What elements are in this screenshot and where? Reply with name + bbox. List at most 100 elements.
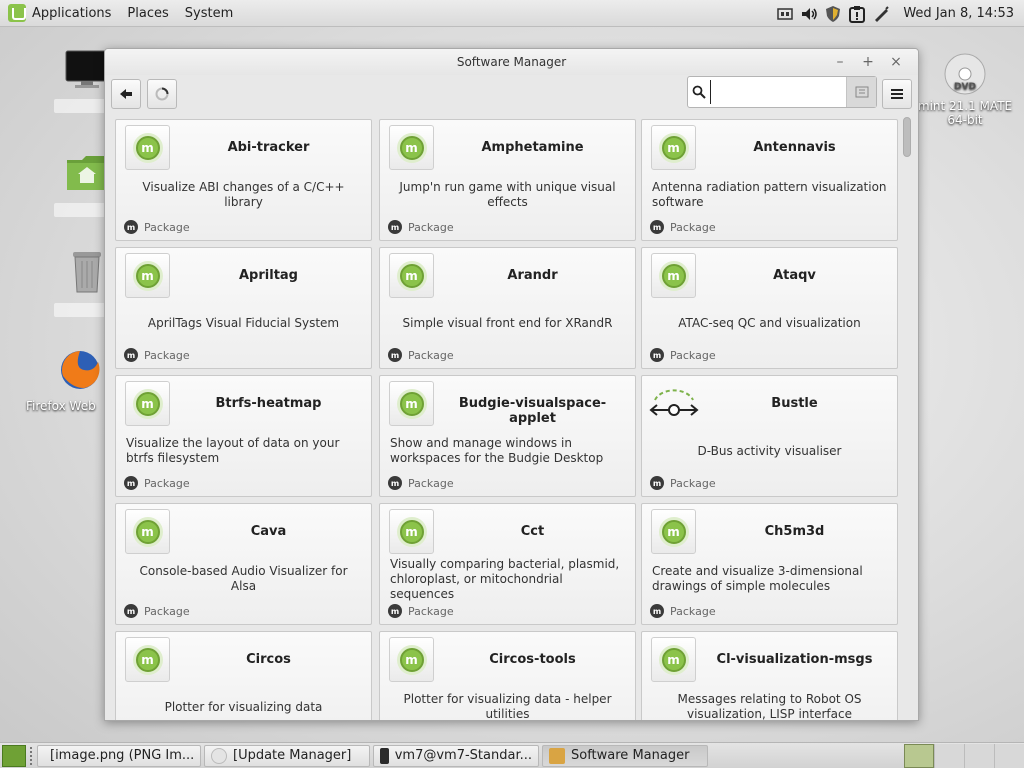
package-card[interactable]: m Cl-visualization-msgs Messages relating … (641, 631, 898, 721)
network-icon[interactable] (775, 4, 795, 24)
package-card[interactable]: m Ataqv ATAC-seq QC and visualization m Pack… (641, 247, 898, 369)
package-description-text: Visually comparing bacterial, plasmid, c… (390, 556, 620, 601)
menu-places[interactable]: Places (127, 6, 168, 21)
package-description-text: Create and visualize 3-dimensional drawi… (652, 564, 863, 593)
package-description: AprilTags Visual Fiducial System (126, 306, 361, 340)
package-card[interactable]: m Apriltag AprilTags Visual Fiducial Syste… (115, 247, 372, 369)
workspace-4[interactable] (994, 743, 1024, 768)
package-name: Abi-tracker (227, 140, 310, 155)
package-type-icon: m (124, 604, 138, 618)
menu-applications[interactable]: Applications (32, 6, 111, 21)
package-name: Antennavis (753, 140, 836, 155)
shield-icon[interactable] (823, 4, 843, 24)
package-card[interactable]: m Abi-tracker Visualize ABI changes of a C… (115, 119, 372, 241)
package-card[interactable]: m Btrfs-heatmap Visualize the layout of da… (115, 375, 372, 497)
spinner-icon (155, 87, 169, 101)
package-name: Arandr (507, 268, 558, 283)
package-description-text: Show and manage windows in workspaces fo… (390, 436, 604, 465)
package-description-text: AprilTags Visual Fiducial System (147, 315, 340, 330)
package-description-text: Plotter for visualizing data (164, 699, 323, 714)
package-description: Plotter for visualizing data (126, 690, 361, 720)
package-description: ATAC-seq QC and visualization (652, 306, 887, 340)
mint-package-icon: m (125, 637, 170, 682)
mint-package-icon: m (389, 381, 434, 426)
package-name: Budgie-visualspace-applet (458, 396, 607, 426)
package-type: m Package (388, 604, 454, 618)
show-desktop-button[interactable] (2, 744, 26, 767)
desktop-dvd-icon[interactable]: DVD mint 21.1 MATE 64-bit (915, 52, 1015, 127)
mint-package-icon: m (651, 637, 696, 682)
mint-package-icon: m (389, 125, 434, 170)
dvd-text: DVD (954, 82, 976, 92)
package-description-text: Simple visual front end for XRandR (402, 315, 613, 330)
package-name: Apriltag (239, 268, 298, 283)
mint-package-icon: m (125, 253, 170, 298)
pen-icon[interactable] (871, 4, 891, 24)
search-icon (688, 85, 710, 99)
back-arrow-icon (120, 89, 132, 99)
task-label: vm7@vm7-Standar... (394, 748, 532, 763)
package-grid: m Abi-tracker Visualize ABI changes of a C… (115, 117, 902, 721)
window-titlebar[interactable]: Software Manager – + × (105, 49, 918, 75)
package-description-text: ATAC-seq QC and visualization (678, 315, 861, 330)
package-card[interactable]: m Cava Console-based Audio Visualizer for … (115, 503, 372, 625)
workspace-3[interactable] (964, 743, 994, 768)
scrollbar-thumb[interactable] (903, 117, 911, 157)
task-label: [Update Manager] (233, 748, 352, 763)
close-button[interactable]: × (882, 52, 910, 72)
package-type-label: Package (408, 476, 454, 490)
package-name: Ataqv (773, 268, 816, 283)
minimize-button[interactable]: – (826, 52, 854, 72)
search-input[interactable] (710, 80, 846, 104)
terminal-icon (380, 747, 389, 764)
package-card[interactable]: m Cct Visually comparing bacterial, plasmi… (379, 503, 636, 625)
panel-handle (30, 746, 34, 765)
package-type: m Package (124, 476, 190, 490)
volume-icon[interactable] (799, 4, 819, 24)
scrollbar[interactable] (902, 117, 912, 717)
package-card[interactable]: m Budgie-visualspace-applet Show and manag… (379, 375, 636, 497)
mint-package-icon: m (651, 125, 696, 170)
update-alert-icon[interactable] (847, 4, 867, 24)
package-description-text: D-Bus activity visualiser (697, 443, 842, 458)
package-type-label: Package (408, 604, 454, 618)
package-description: Create and visualize 3-dimensional drawi… (652, 562, 887, 596)
search-clear-button[interactable] (846, 77, 876, 107)
package-description: Show and manage windows in workspaces fo… (390, 434, 625, 468)
package-description-text: Messages relating to Robot OS visualizat… (677, 692, 862, 721)
task-image-viewer[interactable]: [image.png (PNG Im... (37, 744, 201, 767)
dvd-label-line2: 64-bit (947, 113, 983, 127)
package-type: m Package (650, 220, 716, 234)
maximize-button[interactable]: + (854, 52, 882, 72)
main-menu-button[interactable] (882, 79, 912, 109)
refresh-button[interactable] (147, 79, 177, 109)
menu-system[interactable]: System (185, 6, 233, 21)
package-type-label: Package (670, 220, 716, 234)
package-type-icon: m (650, 476, 664, 490)
package-type: m Package (124, 220, 190, 234)
package-card[interactable]: m Ch5m3d Create and visualize 3-dimensiona… (641, 503, 898, 625)
package-type-icon: m (124, 476, 138, 490)
package-card[interactable]: m Amphetamine Jump'n run game with unique … (379, 119, 636, 241)
package-card[interactable]: m Antennavis Antenna radiation pattern vis… (641, 119, 898, 241)
task-update-manager[interactable]: [Update Manager] (204, 744, 370, 767)
task-software-manager[interactable]: Software Manager (542, 744, 708, 767)
package-name: Amphetamine (481, 140, 584, 155)
mint-package-icon: m (125, 509, 170, 554)
package-card[interactable]: m Circos-tools Plotter for visualizing dat… (379, 631, 636, 720)
workspace-2[interactable] (934, 743, 964, 768)
back-button[interactable] (111, 79, 141, 109)
clock[interactable]: Wed Jan 8, 14:53 (903, 6, 1014, 21)
package-card[interactable]: mCircosPlotter for visualizing datamPack… (115, 631, 372, 720)
mint-package-icon: m (389, 637, 434, 682)
task-terminal[interactable]: vm7@vm7-Standar... (373, 744, 539, 767)
package-card[interactable]: Bustle D-Bus activity visualiser m Package (641, 375, 898, 497)
package-type: m Package (650, 348, 716, 362)
mint-package-icon: m (125, 125, 170, 170)
mint-package-icon: m (125, 381, 170, 426)
workspace-1[interactable] (904, 743, 934, 768)
search-box[interactable] (687, 76, 877, 108)
mint-menu-icon[interactable] (8, 4, 26, 22)
package-type: m Package (388, 476, 454, 490)
package-card[interactable]: m Arandr Simple visual front end for XRand… (379, 247, 636, 369)
